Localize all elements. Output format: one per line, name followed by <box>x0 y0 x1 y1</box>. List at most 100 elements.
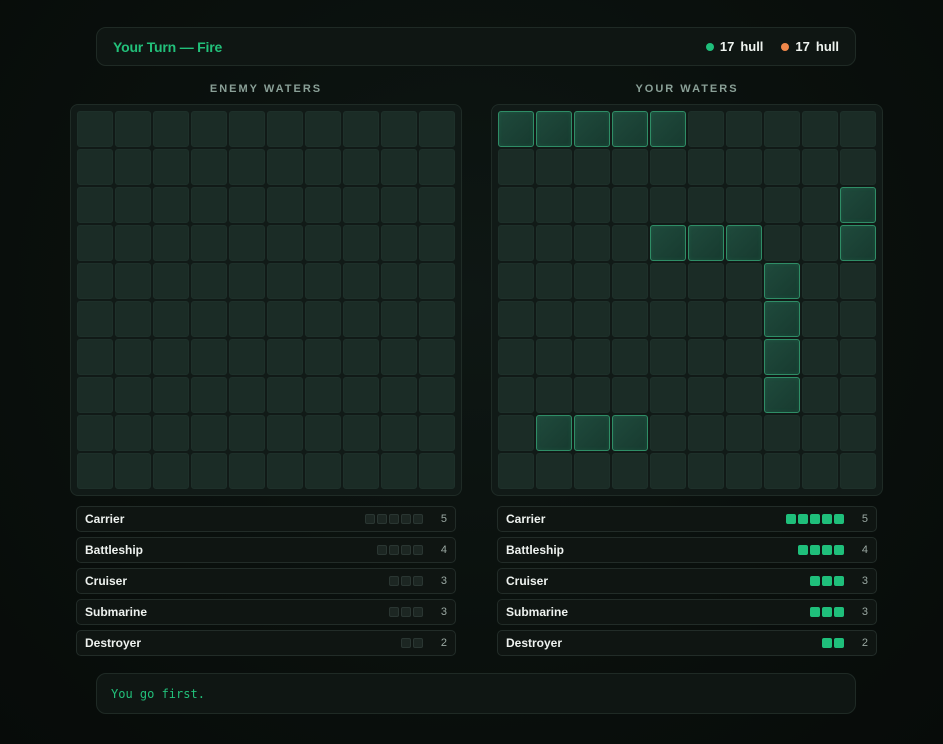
grid-cell[interactable] <box>115 111 151 147</box>
grid-cell[interactable] <box>77 339 113 375</box>
grid-cell[interactable] <box>381 415 417 451</box>
grid-cell[interactable] <box>77 187 113 223</box>
grid-cell[interactable] <box>115 415 151 451</box>
grid-cell[interactable] <box>343 453 379 489</box>
grid-cell[interactable] <box>115 187 151 223</box>
grid-cell[interactable] <box>77 149 113 185</box>
grid-cell[interactable] <box>191 149 227 185</box>
grid-cell[interactable] <box>191 187 227 223</box>
grid-cell[interactable] <box>267 187 303 223</box>
grid-cell[interactable] <box>229 225 265 261</box>
grid-cell[interactable] <box>77 415 113 451</box>
grid-cell[interactable] <box>267 149 303 185</box>
grid-cell[interactable] <box>229 263 265 299</box>
grid-cell[interactable] <box>229 149 265 185</box>
grid-cell[interactable] <box>153 225 189 261</box>
grid-cell[interactable] <box>305 263 341 299</box>
grid-cell[interactable] <box>381 225 417 261</box>
grid-cell[interactable] <box>419 453 455 489</box>
grid-cell[interactable] <box>267 453 303 489</box>
grid-cell[interactable] <box>305 415 341 451</box>
grid-cell[interactable] <box>419 263 455 299</box>
grid-cell[interactable] <box>305 225 341 261</box>
grid-cell[interactable] <box>343 339 379 375</box>
grid-cell[interactable] <box>229 111 265 147</box>
grid-cell[interactable] <box>343 377 379 413</box>
grid-cell[interactable] <box>153 111 189 147</box>
grid-cell[interactable] <box>229 301 265 337</box>
grid-cell[interactable] <box>229 187 265 223</box>
grid-cell[interactable] <box>229 377 265 413</box>
grid-cell[interactable] <box>191 301 227 337</box>
grid-cell[interactable] <box>419 339 455 375</box>
grid-cell[interactable] <box>191 225 227 261</box>
grid-cell[interactable] <box>343 149 379 185</box>
grid-cell[interactable] <box>267 377 303 413</box>
grid-cell[interactable] <box>305 301 341 337</box>
grid-cell[interactable] <box>343 263 379 299</box>
grid-cell[interactable] <box>77 225 113 261</box>
grid-cell[interactable] <box>115 225 151 261</box>
grid-cell[interactable] <box>305 187 341 223</box>
grid-cell[interactable] <box>267 111 303 147</box>
grid-cell[interactable] <box>419 377 455 413</box>
grid-cell[interactable] <box>191 453 227 489</box>
grid-cell[interactable] <box>419 187 455 223</box>
grid-cell[interactable] <box>191 415 227 451</box>
grid-cell[interactable] <box>153 263 189 299</box>
grid-cell[interactable] <box>153 187 189 223</box>
grid-cell[interactable] <box>115 377 151 413</box>
grid-cell[interactable] <box>229 453 265 489</box>
grid-cell[interactable] <box>267 339 303 375</box>
grid-cell[interactable] <box>343 225 379 261</box>
grid-cell[interactable] <box>77 377 113 413</box>
grid-cell[interactable] <box>77 453 113 489</box>
grid-cell[interactable] <box>267 415 303 451</box>
grid-cell[interactable] <box>343 301 379 337</box>
grid-cell[interactable] <box>77 301 113 337</box>
grid-cell[interactable] <box>381 111 417 147</box>
grid-cell[interactable] <box>229 339 265 375</box>
grid-cell[interactable] <box>381 263 417 299</box>
grid-cell[interactable] <box>419 301 455 337</box>
grid-cell[interactable] <box>381 187 417 223</box>
grid-cell[interactable] <box>305 453 341 489</box>
grid-cell[interactable] <box>115 339 151 375</box>
grid-cell[interactable] <box>115 301 151 337</box>
grid-cell[interactable] <box>419 149 455 185</box>
grid-cell[interactable] <box>153 415 189 451</box>
grid-cell[interactable] <box>305 111 341 147</box>
grid-cell[interactable] <box>191 377 227 413</box>
grid-cell[interactable] <box>77 263 113 299</box>
grid-cell[interactable] <box>419 415 455 451</box>
grid-cell[interactable] <box>381 301 417 337</box>
grid-cell[interactable] <box>191 263 227 299</box>
grid-cell[interactable] <box>267 225 303 261</box>
grid-cell[interactable] <box>115 263 151 299</box>
grid-cell[interactable] <box>343 111 379 147</box>
grid-cell[interactable] <box>381 453 417 489</box>
grid-cell[interactable] <box>229 415 265 451</box>
grid-cell[interactable] <box>419 111 455 147</box>
grid-cell[interactable] <box>267 301 303 337</box>
grid-cell[interactable] <box>191 339 227 375</box>
grid-cell[interactable] <box>305 149 341 185</box>
grid-cell[interactable] <box>305 377 341 413</box>
grid-cell[interactable] <box>343 415 379 451</box>
grid-cell[interactable] <box>419 225 455 261</box>
grid-cell[interactable] <box>381 377 417 413</box>
grid-cell[interactable] <box>267 263 303 299</box>
grid-cell[interactable] <box>153 377 189 413</box>
grid-cell[interactable] <box>153 301 189 337</box>
grid-cell[interactable] <box>153 453 189 489</box>
grid-cell[interactable] <box>153 149 189 185</box>
grid-cell[interactable] <box>77 111 113 147</box>
enemy-board[interactable] <box>70 104 462 496</box>
grid-cell[interactable] <box>153 339 189 375</box>
grid-cell[interactable] <box>381 339 417 375</box>
grid-cell[interactable] <box>381 149 417 185</box>
grid-cell[interactable] <box>305 339 341 375</box>
grid-cell[interactable] <box>115 453 151 489</box>
grid-cell[interactable] <box>115 149 151 185</box>
grid-cell[interactable] <box>343 187 379 223</box>
